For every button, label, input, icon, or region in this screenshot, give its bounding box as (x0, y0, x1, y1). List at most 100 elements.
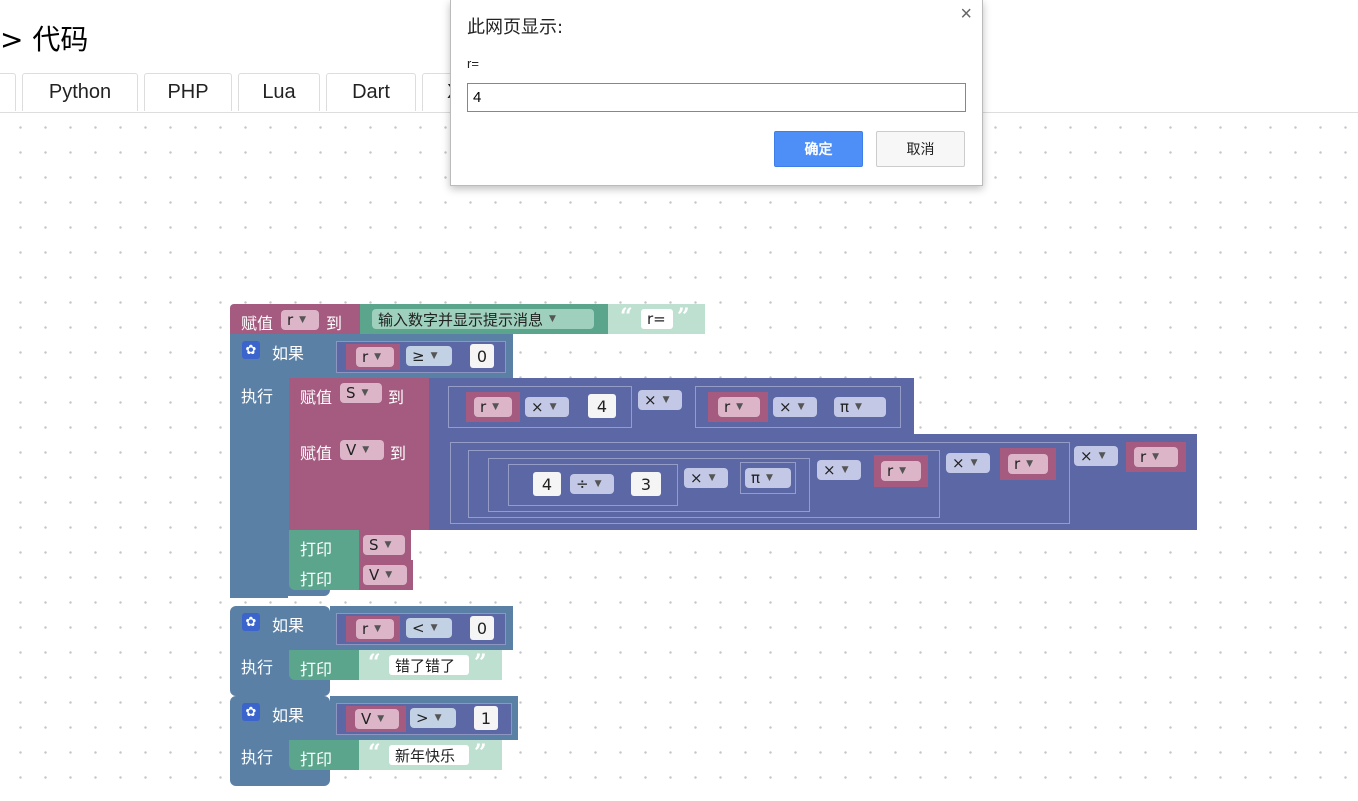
var-dropdown-r[interactable]: r ▼ (718, 397, 760, 417)
dropdown-arrow-icon: ▼ (899, 466, 907, 476)
dropdown-arrow-icon: ▼ (362, 445, 370, 455)
dropdown-arrow-icon: ▼ (430, 623, 438, 633)
tab-php[interactable]: PHP (144, 73, 232, 111)
var-dropdown-V[interactable]: V ▼ (340, 440, 384, 460)
var-name: V (346, 441, 357, 459)
dialog-message: r= (467, 56, 479, 71)
op-text: × (823, 461, 836, 479)
number-field-0[interactable]: 0 (470, 344, 494, 368)
tab-python[interactable]: Python (22, 73, 138, 111)
quote-open-icon: “ (368, 650, 381, 676)
dropdown-arrow-icon: ▼ (662, 395, 670, 405)
dropdown-arrow-icon: ▼ (766, 473, 773, 483)
multiply-op-dropdown[interactable]: × ▼ (1074, 446, 1118, 466)
if-label: 如果 (272, 344, 305, 363)
if-label: 如果 (272, 706, 305, 725)
number-field-3[interactable]: 3 (631, 472, 661, 496)
number-field-4[interactable]: 4 (588, 394, 616, 418)
var-dropdown-S[interactable]: S ▼ (340, 383, 382, 403)
op-text: × (779, 398, 792, 416)
prompt-type-dropdown[interactable]: 输入数字并显示提示消息 ▼ (372, 309, 594, 329)
number-field-1[interactable]: 1 (474, 706, 498, 730)
do-label: 执行 (241, 387, 274, 406)
dialog-title: 此网页显示: (467, 17, 564, 38)
dropdown-arrow-icon: ▼ (361, 388, 369, 398)
op-text: × (690, 469, 703, 487)
ok-button[interactable]: 确定 (774, 131, 863, 167)
var-dropdown-r[interactable]: r ▼ (1134, 447, 1178, 467)
dialog-input[interactable] (467, 83, 966, 112)
var-name: r (724, 398, 731, 416)
compare-op-dropdown[interactable]: < ▼ (406, 618, 452, 638)
compare-op-dropdown[interactable]: > ▼ (410, 708, 456, 728)
text-field-error[interactable]: 错了错了 (389, 655, 469, 675)
close-icon[interactable]: × (960, 3, 972, 26)
var-dropdown-V[interactable]: V ▼ (363, 565, 407, 585)
var-name: r (887, 462, 894, 480)
cancel-button[interactable]: 取消 (876, 131, 965, 167)
var-name: S (369, 536, 379, 554)
do-label: 执行 (241, 658, 274, 677)
number-field-0[interactable]: 0 (470, 616, 494, 640)
tab-dart[interactable]: Dart (326, 73, 416, 111)
tab-previous[interactable] (0, 73, 16, 111)
to-label: 到 (390, 444, 407, 463)
var-dropdown-S[interactable]: S ▼ (363, 535, 405, 555)
number-field-4[interactable]: 4 (533, 472, 561, 496)
gear-icon[interactable]: ✿ (242, 341, 260, 359)
var-dropdown-r[interactable]: r ▼ (281, 310, 319, 330)
multiply-op-dropdown[interactable]: × ▼ (684, 468, 728, 488)
var-name: r (287, 311, 294, 329)
if-do-column-1 (230, 378, 288, 598)
quote-close-icon: ” (677, 304, 690, 330)
tab-lua[interactable]: Lua (238, 73, 320, 111)
dropdown-arrow-icon: ▼ (1152, 452, 1160, 462)
dropdown-arrow-icon: ▼ (841, 465, 849, 475)
quote-open-icon: “ (368, 740, 381, 766)
multiply-op-dropdown[interactable]: × ▼ (946, 453, 990, 473)
var-dropdown-r[interactable]: r ▼ (474, 397, 512, 417)
multiply-op-dropdown[interactable]: × ▼ (525, 397, 569, 417)
op-text: π (840, 398, 850, 416)
quote-close-icon: ” (474, 740, 487, 766)
print-label: 打印 (300, 570, 333, 589)
var-name: V (369, 566, 380, 584)
text-field-happy[interactable]: 新年快乐 (389, 745, 469, 765)
set-label: 赋值 (241, 314, 274, 333)
to-label: 到 (388, 388, 405, 407)
prompt-text-field[interactable]: r= (641, 309, 673, 329)
gear-icon[interactable]: ✿ (242, 613, 260, 631)
divide-op-dropdown[interactable]: ÷ ▼ (570, 474, 614, 494)
var-name: r (1014, 455, 1021, 473)
gear-icon[interactable]: ✿ (242, 703, 260, 721)
dropdown-arrow-icon: ▼ (855, 402, 862, 412)
var-name: r (362, 620, 369, 638)
var-dropdown-r[interactable]: r ▼ (356, 347, 394, 367)
print-label: 打印 (300, 660, 333, 679)
print-label: 打印 (300, 540, 333, 559)
if-label: 如果 (272, 616, 305, 635)
op-text: ÷ (576, 475, 589, 493)
multiply-op-dropdown[interactable]: × ▼ (638, 390, 682, 410)
var-dropdown-V[interactable]: V ▼ (355, 709, 399, 729)
pi-constant-dropdown[interactable]: π ▼ (834, 397, 886, 417)
dropdown-arrow-icon: ▼ (549, 314, 556, 324)
dropdown-arrow-icon: ▼ (797, 402, 805, 412)
do-label: 执行 (241, 748, 274, 767)
compare-op-dropdown[interactable]: ≥ ▼ (406, 346, 452, 366)
var-name: r (480, 398, 487, 416)
op-text: π (751, 469, 761, 487)
var-dropdown-r[interactable]: r ▼ (356, 619, 394, 639)
pi-constant-dropdown[interactable]: π ▼ (745, 468, 791, 488)
op-text: × (531, 398, 544, 416)
set-label: 赋值 (300, 444, 333, 463)
multiply-op-dropdown[interactable]: × ▼ (817, 460, 861, 480)
var-dropdown-r[interactable]: r ▼ (881, 461, 921, 481)
dropdown-arrow-icon: ▼ (492, 402, 500, 412)
var-dropdown-r[interactable]: r ▼ (1008, 454, 1048, 474)
dropdown-arrow-icon: ▼ (708, 473, 716, 483)
multiply-op-dropdown[interactable]: × ▼ (773, 397, 817, 417)
dropdown-arrow-icon: ▼ (594, 479, 602, 489)
op-text: ≥ (412, 347, 425, 365)
dropdown-arrow-icon: ▼ (385, 570, 393, 580)
